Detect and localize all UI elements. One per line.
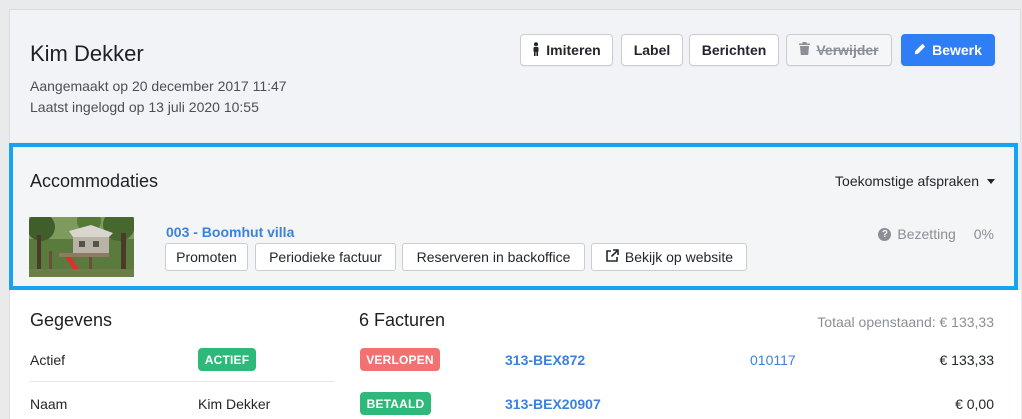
- question-circle-icon[interactable]: ?: [878, 227, 892, 241]
- periodieke-factuur-button[interactable]: Periodieke factuur: [255, 243, 396, 271]
- gegevens-label: Naam: [30, 396, 68, 412]
- created-date: Aangemaakt op 20 december 2017 11:47: [30, 78, 287, 94]
- totaal-openstaand: Totaal openstaand: € 133,33: [817, 314, 994, 330]
- afspraken-filter-dropdown[interactable]: Toekomstige afspraken: [835, 173, 995, 189]
- customer-header: Kim Dekker Aangemaakt op 20 december 201…: [9, 9, 1021, 142]
- gegevens-value: Kim Dekker: [198, 396, 271, 412]
- invoice-reference-link[interactable]: 010117: [750, 352, 796, 368]
- invoice-status-badge: VERLOPEN: [360, 348, 440, 371]
- accommodaties-panel: Accommodaties Toekomstige afspraken 003 …: [9, 143, 1018, 290]
- facturen-title: 6 Facturen: [359, 310, 446, 330]
- bezetting-value: 0%: [973, 226, 994, 242]
- chevron-down-icon: [987, 178, 995, 184]
- invoice-number-link[interactable]: 313-BEX20907: [505, 396, 601, 412]
- invoice-amount: € 0,00: [955, 396, 994, 412]
- property-link[interactable]: 003 - Boomhut villa: [166, 224, 294, 240]
- imiteren-button[interactable]: Imiteren: [520, 34, 613, 66]
- promoten-button[interactable]: Promoten: [165, 243, 248, 271]
- bezetting-label: Bezetting: [897, 226, 956, 242]
- bekijk-website-button[interactable]: Bekijk op website: [591, 243, 747, 271]
- pencil-icon: [914, 42, 926, 58]
- label-button[interactable]: Label: [621, 34, 683, 66]
- gegevens-label: Actief: [30, 352, 66, 368]
- invoice-number-link[interactable]: 313-BEX872: [505, 352, 585, 368]
- invoice-status-badge: BETAALD: [360, 392, 431, 415]
- status-badge: ACTIEF: [198, 348, 256, 371]
- last-login-date: Laatst ingelogd op 13 juli 2020 10:55: [30, 99, 259, 115]
- row-divider: [30, 381, 334, 382]
- property-thumbnail[interactable]: [29, 217, 134, 277]
- berichten-button[interactable]: Berichten: [689, 34, 779, 66]
- invoice-amount: € 133,33: [939, 352, 995, 368]
- verwijder-button[interactable]: Verwijder: [786, 34, 892, 66]
- page-title: Kim Dekker: [30, 41, 144, 66]
- external-link-icon: [605, 248, 619, 266]
- bezetting-indicator: ? Bezetting 0%: [878, 226, 994, 242]
- details-section: Gegevens Actief ACTIEF Naam Kim Dekker 6…: [9, 290, 1021, 419]
- person-icon: [532, 41, 540, 59]
- reserveren-backoffice-button[interactable]: Reserveren in backoffice: [402, 243, 585, 271]
- bewerk-button[interactable]: Bewerk: [901, 34, 995, 66]
- trash-icon: [799, 42, 811, 58]
- gegevens-title: Gegevens: [30, 310, 113, 330]
- accommodaties-title: Accommodaties: [30, 171, 159, 191]
